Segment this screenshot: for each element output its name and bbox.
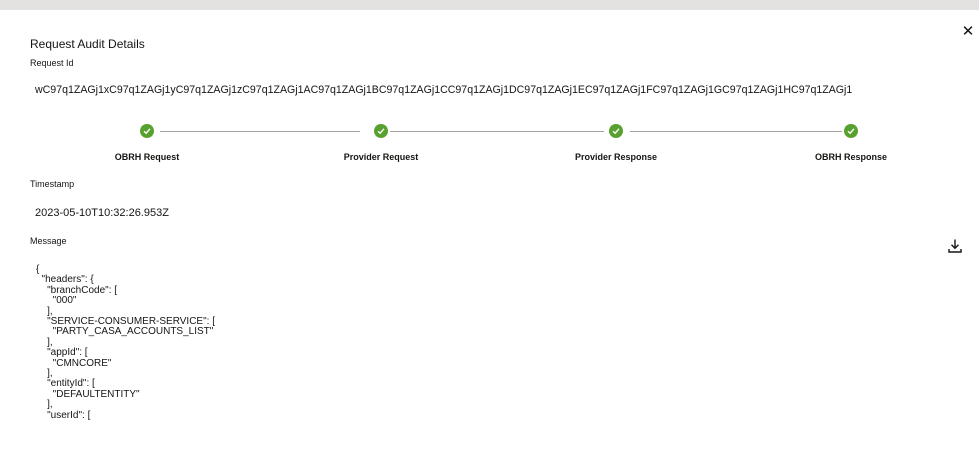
- close-icon[interactable]: ✕: [960, 24, 976, 40]
- check-circle-icon: [374, 124, 388, 138]
- message-body: { "headers": { "branchCode": [ "000" ], …: [36, 264, 215, 421]
- step-label: OBRH Response: [814, 152, 888, 162]
- request-id-label: Request Id: [30, 58, 74, 68]
- top-band: [0, 0, 979, 10]
- step-label: Provider Response: [574, 152, 658, 162]
- message-label: Message: [30, 236, 67, 246]
- check-circle-icon: [609, 124, 623, 138]
- timestamp-label: Timestamp: [30, 179, 75, 189]
- step-connector: [160, 131, 360, 132]
- step-connector: [630, 131, 842, 132]
- step-label: Provider Request: [343, 152, 419, 162]
- step-label: OBRH Request: [114, 152, 180, 162]
- request-id-value: wC97q1ZAGj1xC97q1ZAGj1yC97q1ZAGj1zC97q1Z…: [35, 84, 853, 96]
- timestamp-value: 2023-05-10T10:32:26.953Z: [35, 207, 169, 219]
- download-icon[interactable]: [947, 238, 963, 254]
- step-connector: [390, 131, 604, 132]
- check-circle-icon: [140, 124, 154, 138]
- dialog-title: Request Audit Details: [30, 37, 145, 51]
- check-circle-icon: [844, 124, 858, 138]
